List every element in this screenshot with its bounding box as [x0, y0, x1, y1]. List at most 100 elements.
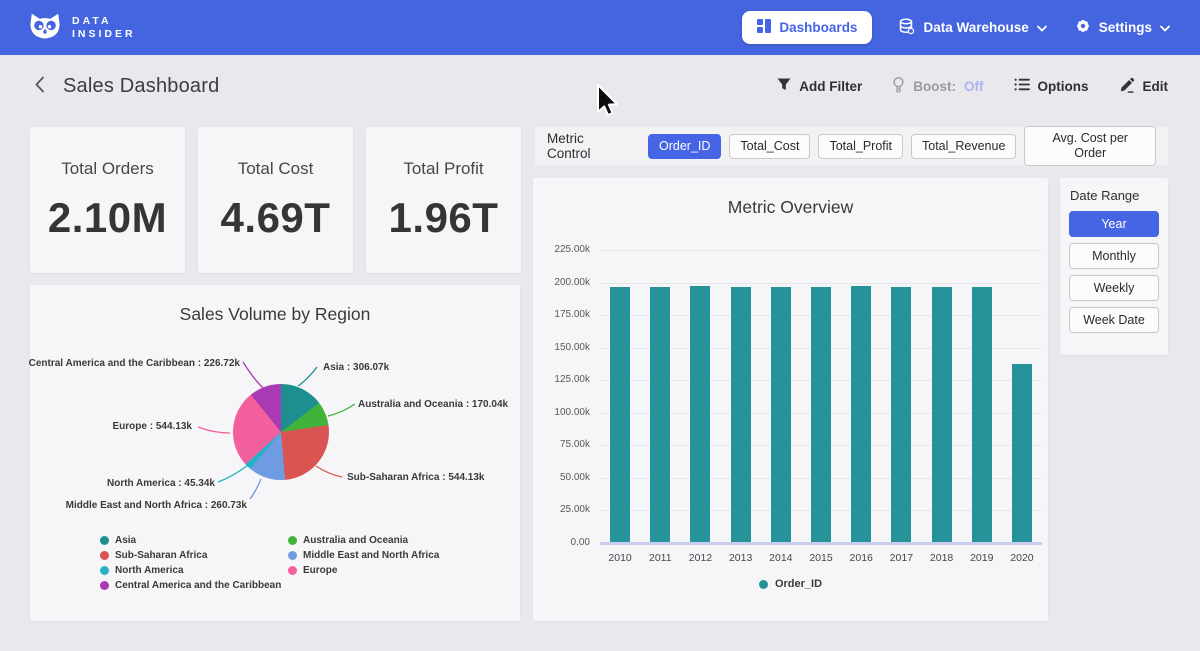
- x-axis-tick: 2010: [600, 552, 640, 564]
- x-axis-tick: 2016: [841, 552, 881, 564]
- pie-chart[interactable]: [233, 384, 329, 480]
- y-axis-tick: 50.00k: [533, 473, 590, 483]
- pie-callout-label: Sub-Saharan Africa : 544.13k: [347, 473, 484, 483]
- owl-logo-icon: [28, 9, 62, 46]
- pie-legend-item[interactable]: North America: [100, 565, 281, 575]
- pie-callout-label: North America : 45.34k: [107, 479, 215, 489]
- legend-label: Middle East and North Africa: [303, 550, 439, 561]
- chevron-down-icon: [1037, 20, 1047, 35]
- pie-callout-label: Central America and the Caribbean : 226.…: [29, 359, 240, 369]
- bar-2017[interactable]: [891, 287, 911, 542]
- kpi-label: Total Orders: [61, 159, 154, 179]
- x-axis-tick: 2020: [1002, 552, 1042, 564]
- pie-legend-column-2: Australia and Oceania Middle East and Nor…: [288, 535, 439, 575]
- metric-chip-total-revenue[interactable]: Total_Revenue: [911, 134, 1016, 159]
- boost-label: Boost:: [913, 79, 956, 94]
- pie-callout-label: Australia and Oceania : 170.04k: [358, 400, 508, 410]
- pie-chart-card: Sales Volume by Region Asia : 306.07kAus…: [30, 285, 520, 621]
- x-axis-tick: 2014: [761, 552, 801, 564]
- legend-label: North America: [115, 565, 184, 576]
- nav-data-warehouse-button[interactable]: Data Warehouse: [896, 14, 1048, 42]
- pie-legend-item[interactable]: Asia: [100, 535, 281, 545]
- bar-2013[interactable]: [731, 287, 751, 542]
- bar-2019[interactable]: [972, 287, 992, 542]
- page-title: Sales Dashboard: [63, 75, 219, 98]
- legend-dot: [100, 581, 109, 590]
- list-icon: [1014, 78, 1030, 94]
- bar-chart-title: Metric Overview: [533, 197, 1048, 218]
- date-range-label: Date Range: [1070, 188, 1160, 203]
- boost-toggle[interactable]: Boost: Off: [890, 75, 985, 98]
- bar-2015[interactable]: [811, 287, 831, 542]
- edit-button[interactable]: Edit: [1117, 75, 1171, 98]
- nav-settings-button[interactable]: Settings: [1073, 14, 1172, 41]
- page-header: Sales Dashboard Add Filter Boost: Off: [0, 55, 1200, 117]
- y-axis-tick: 25.00k: [533, 505, 590, 515]
- bar-2016[interactable]: [851, 286, 871, 542]
- nav-dashboards-button[interactable]: Dashboards: [742, 11, 872, 44]
- bar-slot: [680, 250, 720, 542]
- x-axis-tick: 2012: [680, 552, 720, 564]
- bar-slot: [640, 250, 680, 542]
- date-range-year-button[interactable]: Year: [1069, 211, 1159, 237]
- date-range-card: Date Range Year Monthly Weekly Week Date: [1060, 178, 1168, 355]
- y-axis-tick: 175.00k: [533, 310, 590, 320]
- pie-callout-label: Middle East and North Africa : 260.73k: [66, 501, 247, 511]
- metric-chip-avg-cost-per-order[interactable]: Avg. Cost per Order: [1024, 126, 1156, 166]
- date-range-week-date-button[interactable]: Week Date: [1069, 307, 1159, 333]
- kpi-value: 1.96T: [389, 194, 499, 242]
- legend-dot: [288, 566, 297, 575]
- x-axis-tick: 2015: [801, 552, 841, 564]
- metric-chip-total-cost[interactable]: Total_Cost: [729, 134, 810, 159]
- legend-dot: [759, 580, 768, 589]
- kpi-value: 4.69T: [221, 194, 331, 242]
- brand-logo[interactable]: DATA INSIDER: [28, 9, 136, 46]
- metric-chip-order-id[interactable]: Order_ID: [648, 134, 721, 159]
- options-button[interactable]: Options: [1012, 76, 1091, 96]
- top-navbar: DATA INSIDER Dashboards: [0, 0, 1200, 55]
- brand-line2: INSIDER: [72, 29, 136, 40]
- balloon-icon: [892, 77, 905, 96]
- legend-label: Sub-Saharan Africa: [115, 550, 207, 561]
- bar-2014[interactable]: [771, 287, 791, 542]
- filter-icon: [777, 78, 791, 94]
- legend-dot: [100, 551, 109, 560]
- pie-legend-item[interactable]: Europe: [288, 565, 439, 575]
- bar-2018[interactable]: [932, 287, 952, 542]
- legend-label: Central America and the Caribbean: [115, 580, 281, 591]
- bar-2012[interactable]: [690, 286, 710, 542]
- y-axis-tick: 150.00k: [533, 343, 590, 353]
- bar-chart-legend: Order_ID: [533, 578, 1048, 590]
- boost-value: Off: [964, 79, 984, 94]
- bar-slot: [881, 250, 921, 542]
- brand-line1: DATA: [72, 16, 136, 27]
- bar-2010[interactable]: [610, 287, 630, 542]
- pie-legend-column-1: Asia Sub-Saharan Africa North America Centr…: [100, 535, 281, 590]
- bar-2020[interactable]: [1012, 364, 1032, 542]
- kpi-card-total-cost: Total Cost 4.69T: [198, 127, 353, 273]
- pie-legend-item[interactable]: Central America and the Caribbean: [100, 580, 281, 590]
- pie-chart-title: Sales Volume by Region: [30, 304, 520, 325]
- pie-legend-item[interactable]: Middle East and North Africa: [288, 550, 439, 560]
- bar-chart-baseline: [600, 542, 1042, 545]
- bar-2011[interactable]: [650, 287, 670, 542]
- pie-legend-item[interactable]: Australia and Oceania: [288, 535, 439, 545]
- add-filter-button[interactable]: Add Filter: [775, 76, 864, 96]
- metric-control-label: Metric Control: [547, 131, 630, 161]
- bar-slot: [841, 250, 881, 542]
- chevron-left-icon: [34, 76, 45, 96]
- date-range-monthly-button[interactable]: Monthly: [1069, 243, 1159, 269]
- legend-dot: [100, 536, 109, 545]
- metric-chip-total-profit[interactable]: Total_Profit: [818, 134, 903, 159]
- date-range-weekly-button[interactable]: Weekly: [1069, 275, 1159, 301]
- bar-slot: [801, 250, 841, 542]
- legend-dot: [100, 566, 109, 575]
- dashboard-toolbar: Add Filter Boost: Off: [775, 75, 1170, 98]
- dashboards-icon: [757, 19, 771, 36]
- y-axis-tick: 200.00k: [533, 278, 590, 288]
- bar-slot: [761, 250, 801, 542]
- pie-legend-item[interactable]: Sub-Saharan Africa: [100, 550, 281, 560]
- pencil-icon: [1119, 77, 1135, 96]
- back-button[interactable]: [30, 74, 49, 98]
- legend-dot: [288, 551, 297, 560]
